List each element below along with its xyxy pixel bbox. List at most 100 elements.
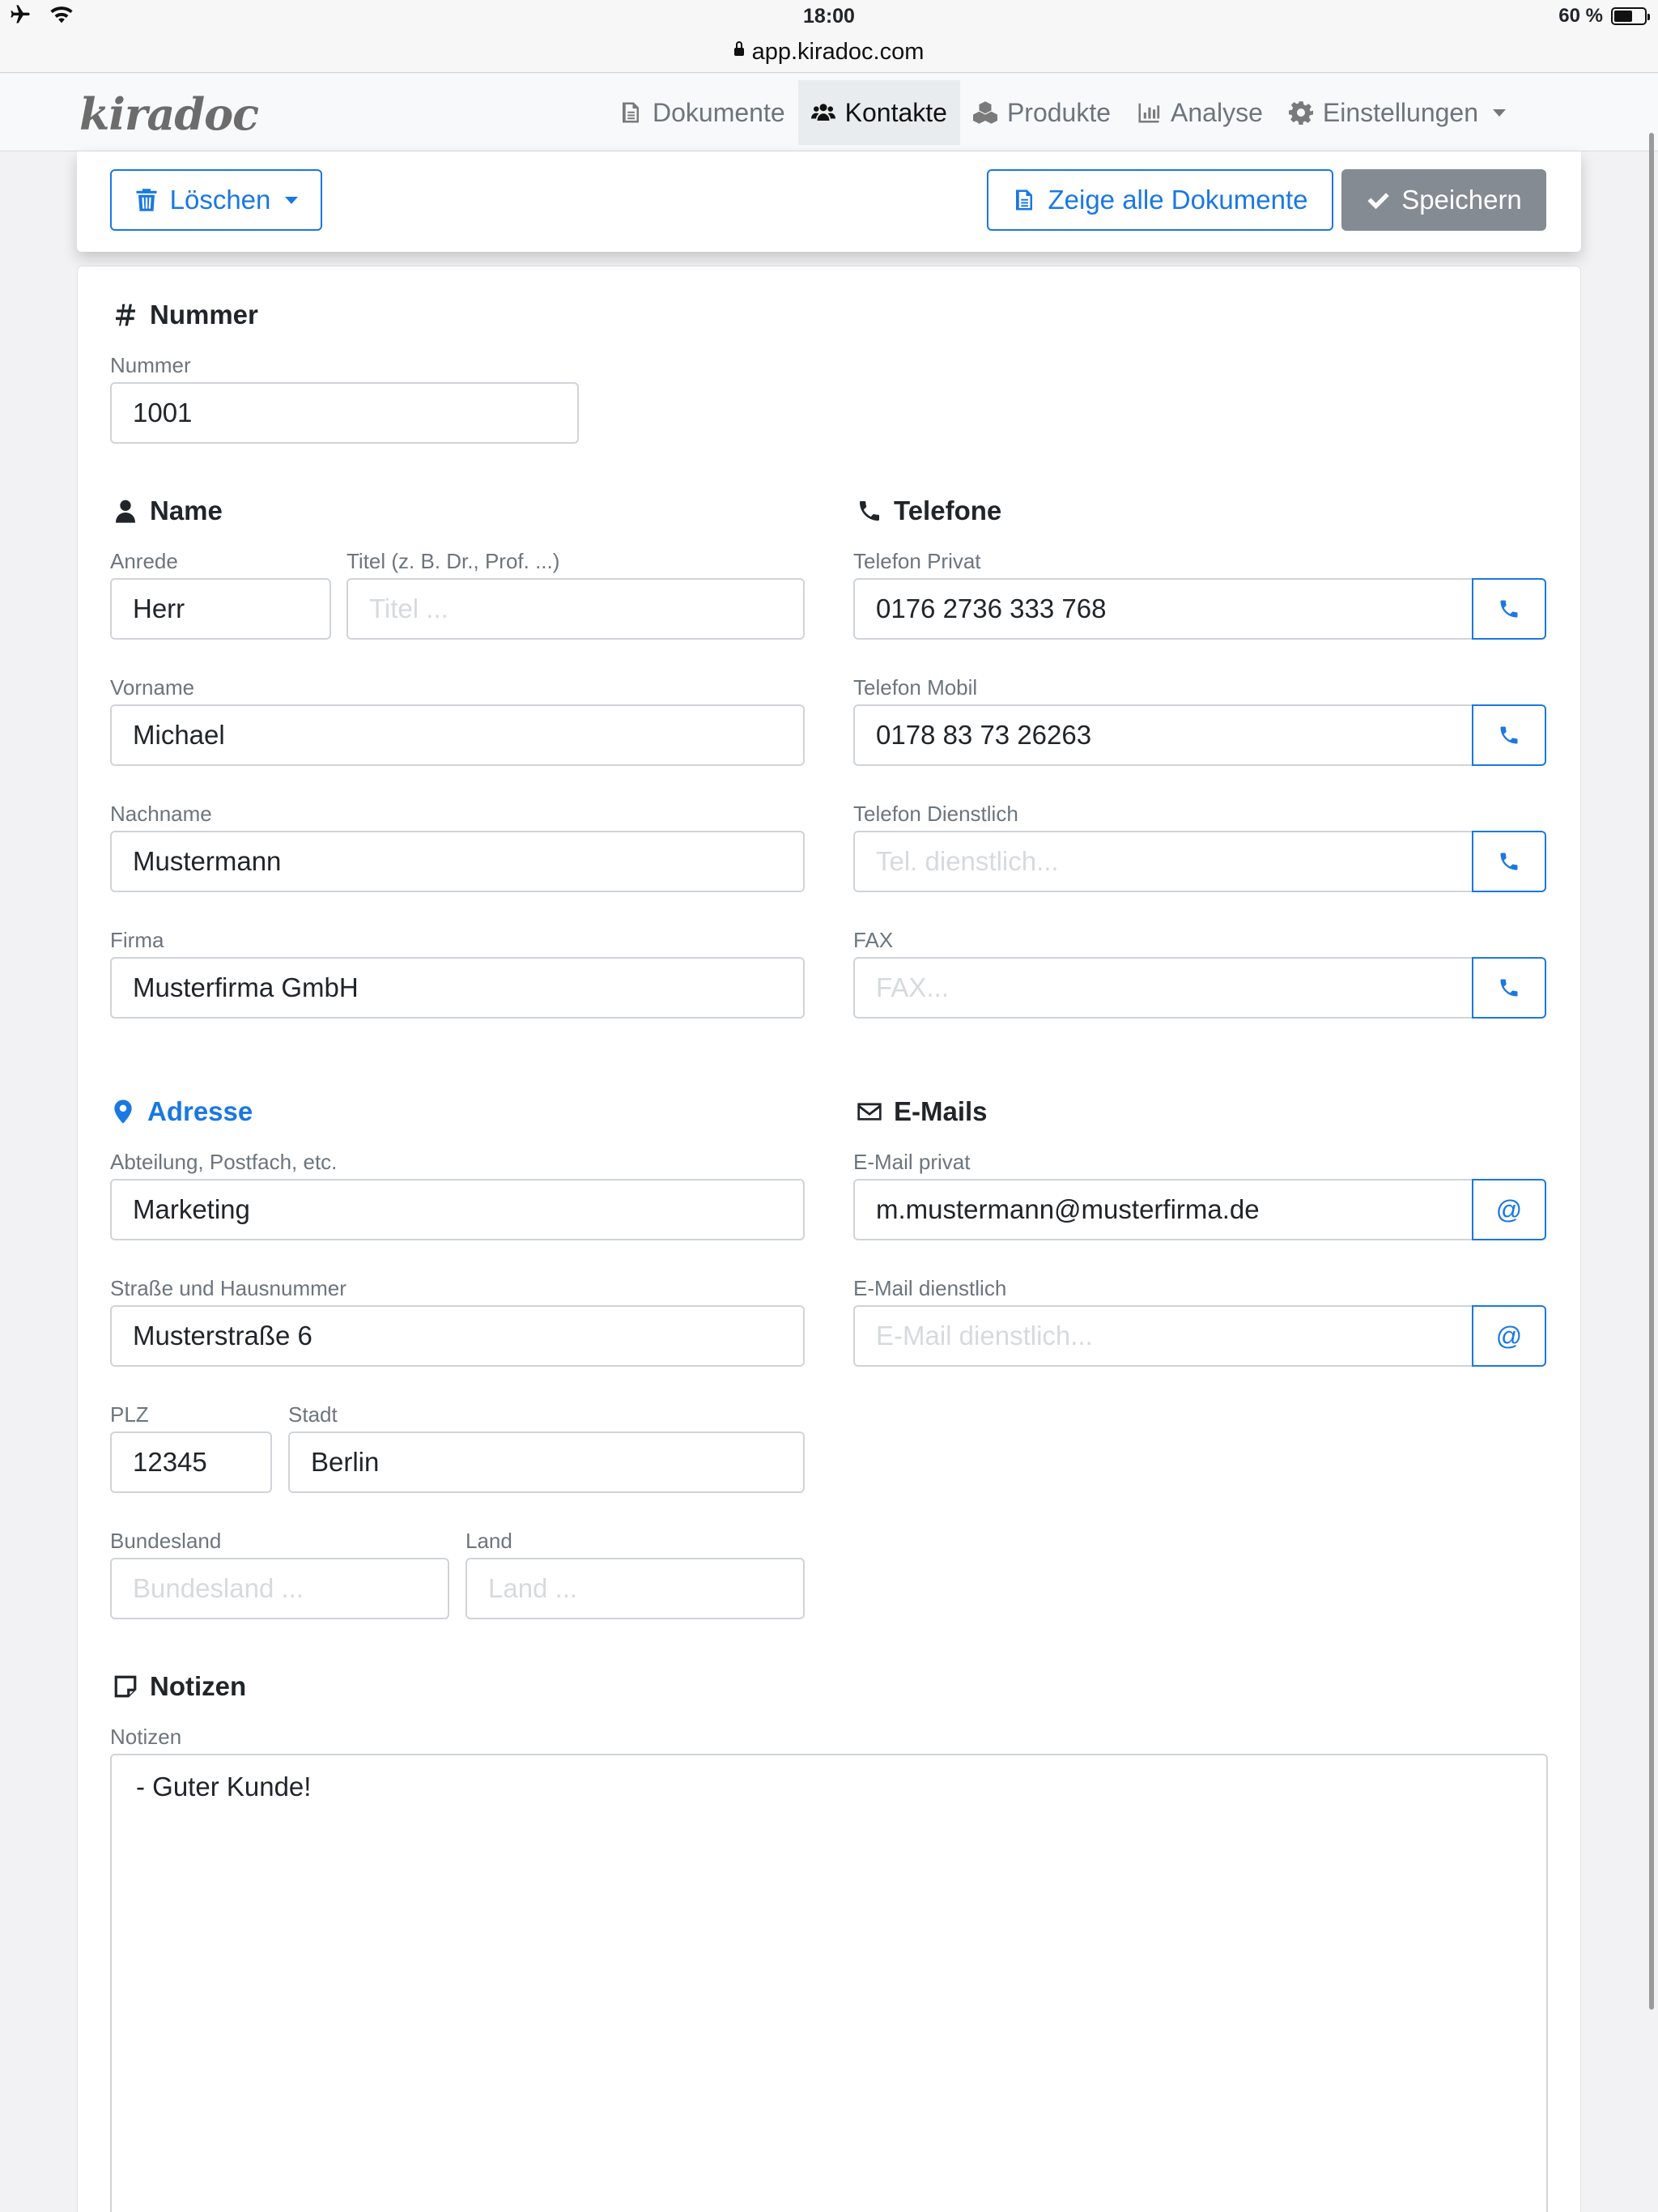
bar-chart-icon xyxy=(1138,103,1160,123)
envelope-icon xyxy=(857,1103,882,1121)
nav-einstellungen-label: Einstellungen xyxy=(1322,97,1479,127)
tel-mobil-label: Telefon Mobil xyxy=(853,675,978,700)
notizen-label: Notizen xyxy=(110,1725,182,1749)
email-privat-send-button[interactable]: @ xyxy=(1472,1179,1546,1240)
strasse-input[interactable]: Musterstraße 6 xyxy=(110,1305,805,1367)
notizen-textarea[interactable]: - Guter Kunde! xyxy=(110,1754,1548,2212)
user-icon xyxy=(116,500,135,523)
email-dienst-input[interactable]: E-Mail dienstlich... xyxy=(853,1305,1473,1367)
tel-dienst-input[interactable]: Tel. dienstlich... xyxy=(853,831,1473,892)
section-notizen-header: Notizen xyxy=(113,1671,246,1702)
phone-icon xyxy=(1500,600,1518,618)
section-nummer-title: Nummer xyxy=(150,300,258,330)
app-navbar: kiradoc Dokumente Kontakte Produkte Anal… xyxy=(0,74,1658,151)
section-nummer-header: Nummer xyxy=(113,300,258,330)
chevron-down-icon xyxy=(1493,108,1507,117)
strasse-label: Straße und Hausnummer xyxy=(110,1276,346,1300)
nachname-input[interactable]: Mustermann xyxy=(110,831,805,892)
vorname-label: Vorname xyxy=(110,675,195,700)
document-icon xyxy=(623,102,639,123)
anrede-input[interactable]: Herr xyxy=(110,578,331,640)
bundesland-label: Bundesland xyxy=(110,1529,222,1553)
firma-input[interactable]: Musterfirma GmbH xyxy=(110,957,805,1019)
call-tel-privat-button[interactable] xyxy=(1472,578,1546,640)
browser-url-bar[interactable]: app.kiradoc.com xyxy=(0,36,1658,73)
nav-kontakte[interactable]: Kontakte xyxy=(797,80,960,145)
fax-input[interactable]: FAX... xyxy=(853,957,1473,1019)
section-name-header: Name xyxy=(113,496,223,526)
kiradoc-logo[interactable]: kiradoc xyxy=(79,88,259,140)
save-button[interactable]: Speichern xyxy=(1341,169,1546,231)
main-nav: Dokumente Kontakte Produkte Analyse Eins… xyxy=(606,80,1519,145)
hashtag-icon xyxy=(116,304,135,326)
nav-produkte[interactable]: Produkte xyxy=(960,80,1124,145)
battery-percentage: 60 % xyxy=(1558,5,1603,27)
at-icon: @ xyxy=(1495,1194,1523,1224)
tel-privat-label: Telefon Privat xyxy=(853,549,981,573)
lock-icon xyxy=(733,41,744,57)
sticky-note-icon xyxy=(114,1675,137,1698)
email-dienst-send-button[interactable]: @ xyxy=(1472,1305,1546,1367)
nav-kontakte-label: Kontakte xyxy=(844,97,947,127)
status-right: 60 % xyxy=(1558,5,1650,28)
section-name-title: Name xyxy=(150,496,223,525)
plz-label: PLZ xyxy=(110,1402,149,1427)
vorname-input[interactable]: Michael xyxy=(110,704,805,766)
nav-einstellungen[interactable]: Einstellungen xyxy=(1276,80,1519,145)
land-label: Land xyxy=(466,1529,512,1553)
gear-icon xyxy=(1288,101,1313,125)
nav-analyse[interactable]: Analyse xyxy=(1124,80,1276,145)
chevron-down-icon xyxy=(285,196,299,204)
cubes-icon xyxy=(972,101,997,124)
save-button-label: Speichern xyxy=(1401,185,1522,215)
url-display[interactable]: app.kiradoc.com xyxy=(0,36,1658,68)
nav-produkte-label: Produkte xyxy=(1006,97,1112,127)
url-text: app.kiradoc.com xyxy=(751,39,925,65)
nav-dokumente[interactable]: Dokumente xyxy=(606,80,798,145)
firma-label: Firma xyxy=(110,928,164,952)
plz-input[interactable]: 12345 xyxy=(110,1431,272,1493)
at-icon: @ xyxy=(1495,1321,1523,1351)
page-scrollbar[interactable] xyxy=(1649,133,1654,2010)
titel-input[interactable]: Titel ... xyxy=(346,578,805,640)
action-toolbar: Löschen Zeige alle Dokumente Speichern xyxy=(77,151,1581,252)
nav-dokumente-label: Dokumente xyxy=(653,97,785,127)
tel-mobil-input[interactable]: 0178 83 73 26263 xyxy=(853,704,1473,766)
section-adresse-header[interactable]: Adresse xyxy=(110,1096,253,1127)
anrede-label: Anrede xyxy=(110,549,178,573)
abteilung-input[interactable]: Marketing xyxy=(110,1179,805,1240)
fax-label: FAX xyxy=(853,928,894,952)
delete-button[interactable]: Löschen xyxy=(110,169,322,231)
email-privat-label: E-Mail privat xyxy=(853,1150,971,1174)
abteilung-label: Abteilung, Postfach, etc. xyxy=(110,1150,338,1174)
stadt-input[interactable]: Berlin xyxy=(288,1431,805,1493)
bundesland-input[interactable]: Bundesland ... xyxy=(110,1558,449,1619)
check-icon xyxy=(1367,193,1389,210)
section-telefone-header: Telefone xyxy=(857,496,1001,526)
call-tel-dienst-button[interactable] xyxy=(1472,831,1546,892)
users-icon xyxy=(810,104,835,121)
tel-privat-input[interactable]: 0176 2736 333 768 xyxy=(853,578,1473,640)
section-emails-title: E-Mails xyxy=(894,1096,988,1126)
nummer-input[interactable]: 1001 xyxy=(110,382,579,444)
show-all-documents-button[interactable]: Zeige alle Dokumente xyxy=(987,169,1333,231)
show-all-documents-label: Zeige alle Dokumente xyxy=(1048,185,1308,215)
status-time: 18:00 xyxy=(803,5,855,28)
email-privat-input[interactable]: m.mustermann@musterfirma.de xyxy=(853,1179,1473,1240)
section-emails-header: E-Mails xyxy=(857,1096,988,1127)
section-telefone-title: Telefone xyxy=(894,496,1002,525)
ios-status-bar: 18:00 60 % xyxy=(0,0,1658,36)
call-tel-mobil-button[interactable] xyxy=(1472,704,1546,766)
land-input[interactable]: Land ... xyxy=(466,1558,805,1619)
nummer-label: Nummer xyxy=(110,353,191,377)
phone-icon xyxy=(1500,726,1518,744)
battery-icon xyxy=(1611,7,1650,25)
titel-label: Titel (z. B. Dr., Prof. ...) xyxy=(346,549,560,573)
phone-icon xyxy=(1500,853,1518,870)
tel-dienst-label: Telefon Dienstlich xyxy=(853,802,1018,826)
nachname-label: Nachname xyxy=(110,802,212,826)
map-marker-icon xyxy=(114,1100,132,1124)
phone-icon xyxy=(1500,979,1518,997)
delete-button-label: Löschen xyxy=(169,185,271,215)
call-fax-button[interactable] xyxy=(1472,957,1546,1019)
